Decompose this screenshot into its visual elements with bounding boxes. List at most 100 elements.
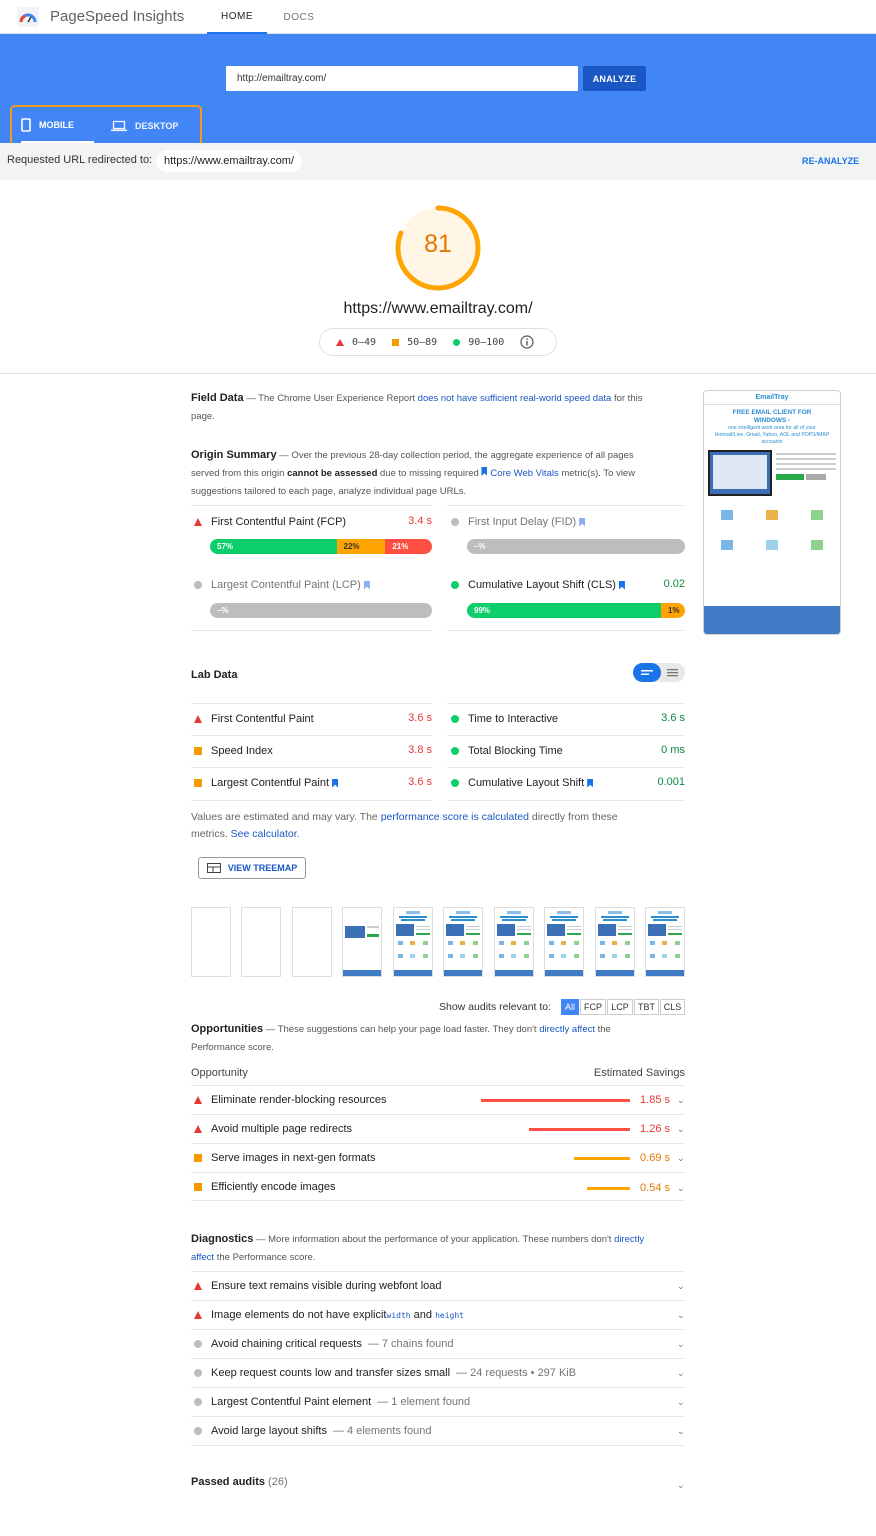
diagnostic-row-layout-shifts[interactable]: Avoid large layout shifts — 4 elements fo…	[191, 1416, 685, 1446]
tab-mobile[interactable]: MOBILE	[21, 108, 94, 143]
diagnostic-row-lcp-element[interactable]: Largest Contentful Paint element — 1 elem…	[191, 1387, 685, 1416]
field-data-link[interactable]: does not have sufficient real-world spee…	[418, 393, 612, 404]
pass-circle-icon	[451, 581, 459, 589]
divider	[447, 767, 685, 768]
diagnostic-row-webfont[interactable]: Ensure text remains visible during webfo…	[191, 1271, 685, 1300]
bookmark-icon	[363, 580, 370, 590]
origin-metric-fcp: First Contentful Paint (FCP)	[194, 514, 346, 530]
origin-metric-cls: Cumulative Layout Shift (CLS)	[451, 577, 625, 593]
divider	[191, 703, 432, 704]
filter-all[interactable]: All	[561, 999, 579, 1015]
expand-view-icon[interactable]	[661, 663, 685, 682]
filter-cls[interactable]: CLS	[660, 999, 685, 1015]
origin-fcp-value: 3.4 s	[408, 515, 432, 527]
chevron-down-icon[interactable]: ⌄	[677, 1339, 685, 1350]
chevron-down-icon[interactable]: ⌄	[677, 1124, 685, 1135]
lab-metric-lcp: Largest Contentful Paint	[194, 775, 339, 791]
filmstrip-frame	[645, 907, 685, 977]
bookmark-icon	[579, 517, 586, 527]
url-input[interactable]	[226, 66, 578, 91]
chevron-down-icon[interactable]: ⌄	[677, 1183, 685, 1194]
audit-filter-label: Show audits relevant to:	[439, 1001, 552, 1013]
divider	[191, 630, 432, 631]
pass-circle-icon	[451, 715, 459, 723]
savings-value: 0.54 s	[640, 1182, 670, 1194]
tab-desktop[interactable]: DESKTOP	[111, 108, 191, 143]
fail-triangle-icon	[194, 1095, 202, 1104]
analyze-button[interactable]: ANALYZE	[583, 66, 646, 91]
origin-cls-value: 0.02	[663, 578, 685, 590]
info-icon[interactable]	[520, 335, 534, 349]
diagnostic-row-image-dimensions[interactable]: Image elements do not have explicit widt…	[191, 1300, 685, 1329]
bookmark-icon	[332, 778, 339, 788]
divider	[447, 703, 685, 704]
filter-fcp[interactable]: FCP	[580, 999, 606, 1015]
filmstrip-frame	[443, 907, 483, 977]
lab-tti-value: 3.6 s	[661, 712, 685, 724]
reanalyze-button[interactable]: RE-ANALYZE	[802, 156, 859, 166]
thumbnail-brand: EmailTray	[755, 394, 789, 401]
tab-desktop-label: DESKTOP	[135, 120, 179, 131]
filter-tbt[interactable]: TBT	[634, 999, 659, 1015]
fcp-distribution-bar: 57% 22% 21%	[210, 539, 432, 554]
chevron-down-icon[interactable]: ⌄	[677, 1153, 685, 1164]
legend-average: 50–89	[392, 337, 437, 348]
tab-mobile-label: MOBILE	[39, 119, 74, 130]
info-circle-icon	[194, 1340, 202, 1348]
list-view-icon	[641, 670, 653, 675]
origin-summary-title: Origin Summary	[191, 449, 277, 461]
divider	[191, 800, 432, 801]
lab-cls-value: 0.001	[657, 776, 685, 788]
view-toggle-list-button[interactable]	[633, 663, 661, 682]
filmstrip-frame	[191, 907, 231, 977]
savings-value: 1.26 s	[640, 1123, 670, 1135]
cls-distribution-bar: 99% 1%	[467, 603, 685, 618]
diagnostics-block: Diagnostics — More information about the…	[191, 1233, 645, 1263]
fail-triangle-icon	[194, 518, 202, 526]
divider	[191, 767, 432, 768]
no-data-circle-icon	[194, 581, 202, 589]
pagespeed-logo-icon[interactable]	[17, 7, 39, 27]
directly-link[interactable]: directly	[614, 1234, 644, 1245]
filmstrip-frame	[544, 907, 584, 977]
pass-circle-icon	[451, 779, 459, 787]
chevron-down-icon[interactable]: ⌄	[677, 1310, 685, 1321]
diagnostic-row-request-counts[interactable]: Keep request counts low and transfer siz…	[191, 1358, 685, 1387]
calculator-link[interactable]: See calculator.	[231, 828, 300, 840]
savings-bar	[529, 1128, 630, 1131]
chevron-down-icon[interactable]: ⌄	[677, 1426, 685, 1437]
score-calculation-link[interactable]: performance score is calculated	[381, 811, 529, 823]
divider	[447, 735, 685, 736]
chevron-down-icon[interactable]: ⌄	[677, 1281, 685, 1292]
chevron-down-icon[interactable]: ⌄	[677, 1368, 685, 1379]
redirect-url-chip[interactable]: https://www.emailtray.com/	[156, 150, 302, 172]
chevron-down-icon[interactable]: ⌄	[677, 1397, 685, 1408]
lab-lcp-value: 3.6 s	[408, 776, 432, 788]
chevron-down-icon[interactable]: ⌄	[677, 1480, 685, 1491]
diagnostics-title: Diagnostics	[191, 1233, 254, 1245]
cls-good-segment: 99%	[467, 603, 662, 618]
lab-speed-index-value: 3.8 s	[408, 744, 432, 756]
pass-circle-icon	[453, 338, 461, 346]
diagnostic-row-critical-chains[interactable]: Avoid chaining critical requests — 7 chai…	[191, 1329, 685, 1358]
fcp-poor-segment: 21%	[385, 539, 432, 554]
tab-home[interactable]: HOME	[207, 0, 267, 34]
passed-audits-header[interactable]: Passed audits (26)	[191, 1476, 288, 1488]
filter-lcp[interactable]: LCP	[607, 999, 633, 1015]
core-web-vitals-link[interactable]: Core Web Vitals	[490, 468, 558, 479]
lab-data-note: Values are estimated and may vary. The p…	[191, 811, 618, 840]
divider	[447, 505, 685, 506]
origin-metric-lcp: Largest Contentful Paint (LCP)	[194, 577, 370, 593]
average-square-icon	[194, 747, 202, 755]
directly-affect-link[interactable]: directly affect	[539, 1024, 595, 1035]
bookmark-icon	[481, 467, 488, 476]
score-legend: 0–49 50–89 90–100	[319, 328, 557, 356]
tab-docs[interactable]: DOCS	[272, 0, 326, 34]
info-circle-icon	[194, 1369, 202, 1377]
savings-bar	[481, 1099, 630, 1102]
chevron-down-icon[interactable]: ⌄	[677, 1095, 685, 1106]
affect-link[interactable]: affect	[191, 1252, 214, 1263]
section-divider	[0, 373, 876, 374]
origin-summary-block: Origin Summary — Over the previous 28-da…	[191, 449, 636, 497]
view-treemap-button[interactable]: VIEW TREEMAP	[198, 857, 306, 879]
